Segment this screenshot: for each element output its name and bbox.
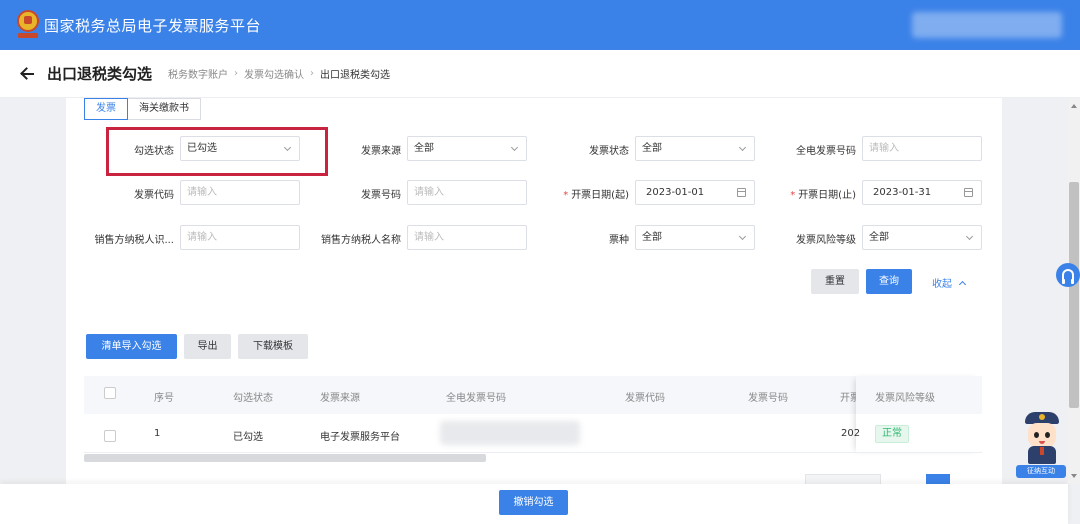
invoice-code-placeholder: 请输入: [187, 187, 217, 198]
user-info[interactable]: [912, 12, 1062, 38]
column-header: 发票号码: [748, 393, 788, 404]
invoice-no-label: 发票号码: [361, 190, 401, 201]
headset-icon: [1062, 269, 1074, 284]
tab-customs-bill[interactable]: 海关缴款书: [128, 98, 201, 120]
column-header: 全电发票号码: [446, 393, 506, 404]
breadcrumb-separator-icon: ›: [234, 68, 239, 79]
column-header: 勾选状态: [233, 393, 273, 404]
required-mark: *: [790, 190, 796, 201]
seller-name-input[interactable]: 请输入: [407, 225, 527, 250]
column-header: 发票来源: [320, 393, 360, 404]
invoice-no-input[interactable]: 请输入: [407, 180, 527, 205]
mascot-label[interactable]: 征纳互动: [1016, 465, 1066, 478]
seller-tax-id-label: 销售方纳税人识...: [94, 235, 174, 246]
chevron-up-icon: [958, 280, 967, 288]
full-invoice-no-input[interactable]: 请输入: [862, 136, 982, 161]
export-button[interactable]: 导出: [184, 334, 231, 359]
date-start-picker[interactable]: 2023-01-01: [635, 180, 755, 205]
ticket-type-select[interactable]: 全部: [635, 225, 755, 250]
scrollbar-thumb[interactable]: [1069, 182, 1079, 408]
full-invoice-no-placeholder: 请输入: [869, 143, 899, 154]
tab-invoice[interactable]: 发票: [84, 98, 128, 120]
column-header: 发票风险等级: [875, 393, 935, 404]
collapse-link[interactable]: 收起: [932, 275, 967, 290]
ticket-type-label: 票种: [609, 235, 629, 246]
risk-level-label: 发票风险等级: [796, 235, 856, 246]
scroll-up-icon[interactable]: [1071, 104, 1077, 108]
mascot-avatar-icon[interactable]: [1018, 410, 1068, 466]
query-button[interactable]: 查询: [866, 269, 912, 294]
reset-button[interactable]: 重置: [811, 269, 859, 294]
column-header: 序号: [154, 393, 174, 404]
invoice-no-placeholder: 请输入: [414, 187, 444, 198]
breadcrumb-separator-icon: ›: [310, 68, 315, 79]
download-template-button[interactable]: 下载模板: [238, 334, 308, 359]
redacted-invoice-number: [440, 421, 580, 445]
seller-tax-id-input[interactable]: 请输入: [180, 225, 300, 250]
invoice-source-value: 全部: [414, 143, 434, 154]
app-title: 国家税务总局电子发票服务平台: [44, 16, 262, 35]
chevron-down-icon: [965, 232, 974, 241]
date-start-label-text: 开票日期(起): [571, 190, 629, 201]
row-divider: [84, 452, 982, 453]
invoice-status-label: 发票状态: [589, 146, 629, 157]
seller-name-label: 销售方纳税人名称: [321, 235, 401, 246]
date-end-picker[interactable]: 2023-01-31: [862, 180, 982, 205]
table-horizontal-scrollbar[interactable]: [84, 454, 486, 462]
table-cell-date: 202: [841, 428, 861, 439]
table-cell-source: 电子发票服务平台: [320, 432, 400, 443]
left-margin: [0, 98, 66, 484]
invoice-code-label: 发票代码: [134, 190, 174, 201]
breadcrumb-item[interactable]: 发票勾选确认: [244, 66, 304, 81]
import-check-button[interactable]: 清单导入勾选: [86, 334, 177, 359]
chevron-down-icon: [738, 232, 747, 241]
select-all-checkbox[interactable]: [104, 387, 116, 399]
invoice-status-value: 全部: [642, 143, 662, 154]
date-end-label: * 开票日期(止): [767, 186, 856, 201]
full-invoice-no-label: 全电发票号码: [796, 146, 856, 157]
chevron-down-icon: [510, 143, 519, 152]
scroll-down-icon[interactable]: [1071, 474, 1077, 478]
calendar-icon: [964, 188, 973, 197]
risk-level-select[interactable]: 全部: [862, 225, 982, 250]
breadcrumb-item[interactable]: 税务数字账户: [168, 66, 228, 81]
date-start-label: * 开票日期(起): [540, 186, 629, 201]
invoice-source-label: 发票来源: [361, 146, 401, 157]
date-end-label-text: 开票日期(止): [798, 190, 856, 201]
highlight-box: [106, 127, 328, 176]
invoice-source-select[interactable]: 全部: [407, 136, 527, 161]
collapse-label: 收起: [932, 279, 952, 290]
tab-bar: 发票 海关缴款书: [84, 98, 201, 120]
breadcrumb: 税务数字账户 › 发票勾选确认 › 出口退税类勾选: [168, 66, 390, 81]
ticket-type-value: 全部: [642, 232, 662, 243]
table-cell-index: 1: [154, 428, 161, 439]
row-checkbox[interactable]: [104, 430, 116, 442]
back-arrow-icon[interactable]: [20, 66, 36, 82]
chevron-down-icon: [738, 143, 747, 152]
seller-name-placeholder: 请输入: [414, 232, 444, 243]
required-mark: *: [563, 190, 569, 201]
page-header: 出口退税类勾选 税务数字账户 › 发票勾选确认 › 出口退税类勾选: [0, 50, 1080, 98]
date-start-value: 2023-01-01: [646, 187, 705, 198]
date-end-value: 2023-01-31: [873, 187, 932, 198]
seller-tax-id-placeholder: 请输入: [187, 232, 217, 243]
risk-level-value: 全部: [869, 232, 889, 243]
tax-emblem-icon: [16, 10, 40, 40]
invoice-code-input[interactable]: 请输入: [180, 180, 300, 205]
column-header: 发票代码: [625, 393, 665, 404]
cancel-check-button[interactable]: 撤销勾选: [499, 490, 568, 515]
risk-status-badge: 正常: [875, 425, 909, 443]
invoice-status-select[interactable]: 全部: [635, 136, 755, 161]
breadcrumb-current: 出口退税类勾选: [320, 70, 391, 81]
calendar-icon: [737, 188, 746, 197]
top-bar: 国家税务总局电子发票服务平台: [0, 0, 1080, 50]
page-title: 出口退税类勾选: [47, 65, 153, 83]
table-cell-check-status: 已勾选: [233, 432, 263, 443]
